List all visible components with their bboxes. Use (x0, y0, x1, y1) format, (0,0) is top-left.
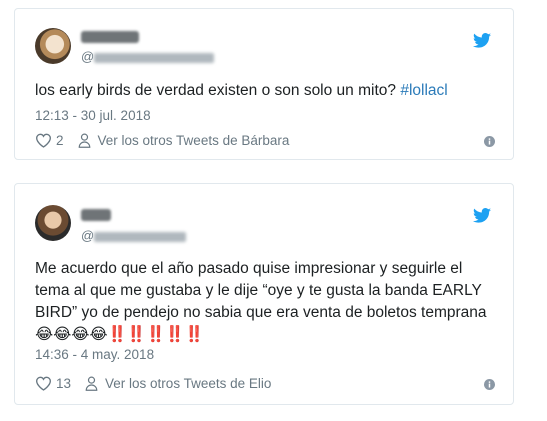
tweet-text: Me acuerdo que el año pasado quise impre… (35, 258, 495, 346)
avatar[interactable] (35, 28, 71, 64)
like-count[interactable]: 13 (56, 376, 71, 391)
twitter-bird-icon[interactable] (473, 33, 491, 48)
user-handle[interactable]: @ (81, 49, 215, 64)
heart-icon[interactable] (35, 133, 52, 148)
person-icon[interactable] (85, 376, 98, 391)
tweet-body: Me acuerdo que el año pasado quise impre… (35, 260, 487, 321)
person-icon[interactable] (78, 133, 91, 148)
tweet-timestamp[interactable]: 12:13 - 30 jul. 2018 (35, 108, 151, 123)
tweet-actions: 2 Ver los otros Tweets de Bárbara (35, 133, 289, 148)
handle-redacted (94, 231, 187, 242)
user-handle[interactable]: @ (81, 228, 187, 243)
tweet-actions: 13 Ver los otros Tweets de Elio (35, 376, 271, 391)
tweet-text: los early birds de verdad existen o son … (35, 80, 495, 102)
tweet-card[interactable]: @ los early birds de verdad existen o so… (14, 8, 514, 160)
hashtag-link[interactable]: #lollacl (400, 82, 447, 99)
info-icon[interactable] (484, 379, 495, 390)
see-more-tweets-link[interactable]: Ver los otros Tweets de Elio (105, 376, 271, 391)
tweet-timestamp[interactable]: 14:36 - 4 may. 2018 (35, 347, 154, 362)
user-handle-prefix: @ (81, 228, 95, 243)
twitter-bird-icon[interactable] (473, 208, 491, 223)
info-icon[interactable] (484, 136, 495, 147)
heart-icon[interactable] (35, 376, 52, 391)
tweet-card[interactable]: @ Me acuerdo que el año pasado quise imp… (14, 183, 514, 405)
tweet-body: los early birds de verdad existen o son … (35, 82, 397, 99)
handle-redacted (94, 52, 215, 63)
avatar[interactable] (35, 205, 71, 241)
like-count[interactable]: 2 (56, 133, 64, 148)
user-handle-prefix: @ (81, 49, 95, 64)
emoji-sequence: 😂😂😂😂‼️‼️‼️‼️‼️ (35, 326, 204, 343)
display-name-redacted[interactable] (81, 31, 139, 43)
see-more-tweets-link[interactable]: Ver los otros Tweets de Bárbara (98, 133, 290, 148)
display-name-redacted[interactable] (81, 209, 111, 221)
